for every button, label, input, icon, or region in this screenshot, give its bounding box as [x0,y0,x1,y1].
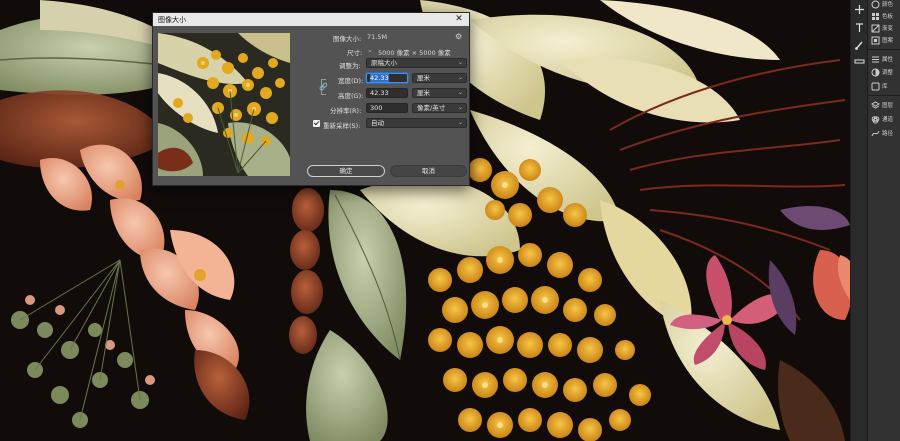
panel-paths[interactable]: 路径 [868,127,900,139]
height-value: 42.33 [370,89,389,97]
pattern-icon [871,36,880,44]
image-preview[interactable] [158,33,290,176]
resample-label: 重新采样(S): [323,122,361,130]
resample-value: 自动 [371,119,384,127]
adjustments-icon [871,68,880,76]
panel-label: 库 [882,84,888,90]
gradient-icon [871,24,880,32]
properties-icon [872,56,879,62]
panel-divider [868,49,900,50]
panel-swatches[interactable]: 色板 [868,10,900,22]
panel-properties[interactable]: 属性 [868,53,900,65]
height-unit-select[interactable]: 厘米 ⌄ [412,88,467,98]
image-size-dialog: 图像大小 ✕ 图像大小: 71.5M ⚙ 尺寸: ⌄ 5000 像素 × 500… [152,12,470,186]
fit-to-select[interactable]: 原稿大小 ⌄ [366,58,467,68]
panel-label: 渐变 [882,26,894,32]
dropdown-arrow-icon: ⌄ [457,104,463,111]
link-icon[interactable]: 🔗 [319,83,328,91]
resample-checkbox[interactable] [313,120,320,127]
layers-icon [871,100,880,109]
dimensions-value: 5000 像素 × 5000 像素 [378,49,451,57]
dialog-title-bar[interactable]: 图像大小 ✕ [153,13,469,26]
width-unit: 厘米 [417,74,430,82]
panel-library[interactable]: 库 [868,80,900,92]
ruler-tool-icon[interactable] [854,56,865,67]
fit-to-value: 原稿大小 [371,59,397,67]
panel-label: 色板 [882,14,894,20]
panel-divider [868,95,900,96]
swatches-icon [872,12,879,20]
dimensions-label: 尺寸: [347,49,363,57]
dialog-title: 图像大小 [158,16,186,24]
dropdown-arrow-icon: ⌄ [457,74,463,81]
move-tool-icon[interactable] [854,4,865,15]
panel-color[interactable]: 颜色 [868,0,900,10]
brush-tool-icon[interactable] [854,40,865,51]
chevron-down-icon[interactable]: ⌄ [367,46,373,54]
dropdown-arrow-icon: ⌄ [457,119,463,126]
panel-pattern[interactable]: 图案 [868,34,900,46]
dropdown-arrow-icon: ⌄ [457,89,463,96]
type-tool-icon[interactable] [854,22,865,33]
width-label: 宽度(D): [338,77,364,85]
panel-label: 图层 [882,103,894,109]
height-input[interactable]: 42.33 [366,88,408,98]
panel-label: 通道 [882,117,894,123]
resolution-unit: 像素/英寸 [417,104,446,112]
image-size-value: 71.5M [367,33,388,41]
panel-label: 属性 [882,57,894,63]
panel-adjustments[interactable]: 调整 [868,66,900,78]
panel-toolbar [851,0,868,441]
channels-icon [871,115,880,124]
paths-icon [871,130,880,136]
panel-channels[interactable]: 通道 [868,113,900,125]
right-panel-dock: 颜色 色板 渐变 图案 属性 调整 库 图层 通道 路径 [850,0,900,441]
height-label: 高度(G): [338,92,364,100]
width-unit-select[interactable]: 厘米 ⌄ [412,73,467,83]
panel-label: 路径 [882,131,894,137]
resolution-value: 300 [370,104,383,112]
close-icon[interactable]: ✕ [454,14,464,24]
panel-layers[interactable]: 图层 [868,99,900,111]
library-icon [871,82,880,90]
panel-label: 图案 [882,38,894,44]
color-wheel-icon [871,0,880,8]
resolution-input[interactable]: 300 [366,103,408,113]
width-input[interactable]: 42.33 [366,73,408,83]
panel-label: 调整 [882,70,894,76]
preview-thumbnail [158,33,290,176]
width-value: 42.33 [370,74,389,82]
panel-gradient[interactable]: 渐变 [868,22,900,34]
height-unit: 厘米 [417,89,430,97]
cancel-button[interactable]: 取消 [390,165,467,177]
dropdown-arrow-icon: ⌄ [457,59,463,66]
ok-button[interactable]: 确定 [307,165,385,177]
panel-label: 颜色 [882,2,894,8]
resolution-unit-select[interactable]: 像素/英寸 ⌄ [412,103,467,113]
resample-select[interactable]: 自动 ⌄ [366,118,467,128]
image-size-label: 图像大小: [333,35,362,43]
resolution-label: 分辨率(R): [330,107,362,115]
fit-to-label: 调整为: [339,62,361,70]
settings-gear-icon[interactable]: ⚙ [455,32,462,41]
